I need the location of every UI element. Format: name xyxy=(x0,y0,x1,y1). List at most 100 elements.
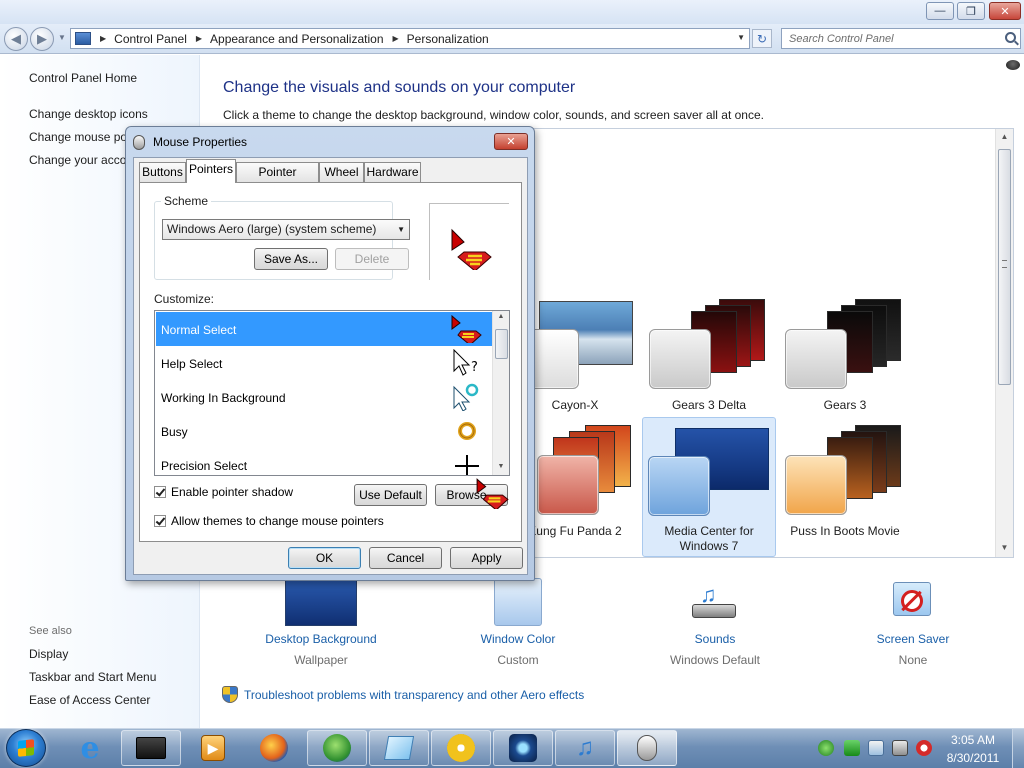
theme-gears-3[interactable]: Gears 3 xyxy=(778,292,912,430)
scroll-down-arrow-icon[interactable]: ▼ xyxy=(493,463,509,470)
minimize-button[interactable]: — xyxy=(926,2,954,20)
clock-date[interactable]: 8/30/2011 xyxy=(938,751,1008,765)
mouse-app-taskbar-icon[interactable] xyxy=(617,730,677,766)
ease-of-access-link[interactable]: Ease of Access Center xyxy=(29,693,150,707)
screen-saver-link[interactable]: Screen Saver xyxy=(843,632,983,646)
show-desktop-button[interactable] xyxy=(1012,729,1024,768)
save-as-button[interactable]: Save As... xyxy=(254,248,328,270)
scheme-dropdown-value: Windows Aero (large) (system scheme) xyxy=(167,222,377,236)
address-dropdown-icon[interactable]: ▼ xyxy=(737,33,745,42)
tab-buttons[interactable]: Buttons xyxy=(139,162,186,182)
start-button[interactable] xyxy=(6,729,46,767)
list-item-working-in-background[interactable]: Working In Background xyxy=(156,380,492,414)
theme-puss-in-boots[interactable]: Puss In Boots Movie xyxy=(778,418,912,556)
list-item-help-select[interactable]: Help Select ? xyxy=(156,346,492,380)
firefox-taskbar-icon[interactable] xyxy=(244,730,304,766)
breadcrumb-separator-icon[interactable]: ▶ xyxy=(196,34,202,43)
theme-name: Gears 3 Delta xyxy=(671,398,747,412)
music-app-taskbar-icon[interactable]: ♫ xyxy=(555,730,615,766)
media-player-taskbar-icon[interactable]: ▶ xyxy=(183,730,243,766)
search-icon[interactable] xyxy=(1005,32,1016,43)
help-icon[interactable] xyxy=(1006,60,1020,70)
list-item-precision-select[interactable]: Precision Select xyxy=(156,448,492,475)
theme-gallery-scrollbar[interactable]: ▲ ▼ xyxy=(995,129,1013,557)
cursor-name: Normal Select xyxy=(161,323,237,337)
cursor-name: Precision Select xyxy=(161,459,248,473)
download-manager-taskbar-icon[interactable] xyxy=(307,730,367,766)
theme-app-taskbar-icon[interactable] xyxy=(121,730,181,766)
screen-saver-item[interactable]: Screen Saver None xyxy=(843,578,983,668)
control-panel-home-link[interactable]: Control Panel Home xyxy=(29,71,137,85)
change-account-picture-link[interactable]: Change your acco xyxy=(29,153,126,167)
cursor-list-scrollbar[interactable]: ▲ ▼ xyxy=(492,311,509,475)
sounds-icon: ♫ xyxy=(690,578,740,626)
scrollbar-thumb[interactable] xyxy=(998,149,1011,385)
list-item-busy[interactable]: Busy xyxy=(156,414,492,448)
desktop-background-link[interactable]: Desktop Background xyxy=(251,632,391,646)
network-icon[interactable] xyxy=(818,740,834,756)
ok-button[interactable]: OK xyxy=(288,547,361,569)
enable-pointer-shadow-checkbox[interactable]: Enable pointer shadow xyxy=(154,485,293,499)
cancel-button[interactable]: Cancel xyxy=(369,547,442,569)
media-app-taskbar-icon[interactable] xyxy=(493,730,553,766)
internet-explorer-taskbar-icon[interactable]: e xyxy=(60,730,120,766)
disc-app-taskbar-icon[interactable] xyxy=(431,730,491,766)
scroll-up-arrow-icon[interactable]: ▲ xyxy=(493,313,509,320)
apply-button[interactable]: Apply xyxy=(450,547,523,569)
customize-label: Customize: xyxy=(154,292,215,306)
back-button[interactable]: ◀ xyxy=(4,27,28,51)
torrent-icon[interactable] xyxy=(844,740,860,756)
taskbar-start-menu-link[interactable]: Taskbar and Start Menu xyxy=(29,670,156,684)
breadcrumb-personalization[interactable]: Personalization xyxy=(407,32,489,46)
sounds-link[interactable]: Sounds xyxy=(645,632,785,646)
tab-pointers[interactable]: Pointers xyxy=(186,159,236,183)
tab-pointer-options[interactable]: Pointer Options xyxy=(236,162,319,197)
forward-button[interactable]: ▶ xyxy=(30,27,54,51)
window-color-link[interactable]: Window Color xyxy=(448,632,588,646)
use-default-button[interactable]: Use Default xyxy=(354,484,427,506)
scheme-dropdown[interactable]: Windows Aero (large) (system scheme) ▼ xyxy=(162,219,410,240)
cursor-list[interactable]: Normal Select Help Select ? Working In B… xyxy=(154,310,510,476)
change-desktop-icons-link[interactable]: Change desktop icons xyxy=(29,107,148,121)
search-input[interactable] xyxy=(782,29,997,48)
window-color-item[interactable]: Window Color Custom xyxy=(448,578,588,668)
pointers-tab-panel: Scheme Windows Aero (large) (system sche… xyxy=(139,182,522,542)
troubleshoot-link[interactable]: Troubleshoot problems with transparency … xyxy=(244,688,584,702)
search-box[interactable] xyxy=(781,28,1021,49)
scroll-up-arrow-icon[interactable]: ▲ xyxy=(996,129,1013,145)
checkbox-checked-icon[interactable] xyxy=(154,486,166,498)
breadcrumb-separator-icon[interactable]: ▶ xyxy=(100,34,106,43)
breadcrumb-control-panel[interactable]: Control Panel xyxy=(114,32,187,46)
clock-time[interactable]: 3:05 AM xyxy=(938,733,1008,747)
breadcrumb-appearance[interactable]: Appearance and Personalization xyxy=(210,32,383,46)
address-bar[interactable]: ▶ Control Panel ▶ Appearance and Persona… xyxy=(70,28,750,49)
tab-hardware[interactable]: Hardware xyxy=(364,162,421,182)
change-mouse-pointers-link[interactable]: Change mouse po xyxy=(29,130,127,144)
breadcrumb-separator-icon[interactable]: ▶ xyxy=(393,34,399,43)
theme-gears-3-delta[interactable]: Gears 3 Delta xyxy=(642,292,776,430)
delete-button[interactable]: Delete xyxy=(335,248,409,270)
scrollbar-thumb[interactable] xyxy=(495,329,508,359)
desktop-background-item[interactable]: Desktop Background Wallpaper xyxy=(251,578,391,668)
scroll-down-arrow-icon[interactable]: ▼ xyxy=(996,540,1013,556)
checkbox-checked-icon[interactable] xyxy=(154,515,166,527)
maximize-button[interactable]: ❐ xyxy=(957,2,985,20)
theme-media-center[interactable]: Media Center for Windows 7 xyxy=(642,417,776,557)
refresh-button[interactable]: ↻ xyxy=(752,29,772,48)
theme-name: Media Center for Windows 7 xyxy=(664,524,754,553)
notes-app-taskbar-icon[interactable] xyxy=(369,730,429,766)
volume-muted-icon[interactable] xyxy=(916,740,932,756)
display-link[interactable]: Display xyxy=(29,647,68,661)
allow-themes-checkbox[interactable]: Allow themes to change mouse pointers xyxy=(154,514,384,528)
tab-wheel[interactable]: Wheel xyxy=(319,162,364,182)
recent-pages-dropdown-icon[interactable]: ▼ xyxy=(58,33,66,42)
display-tray-icon[interactable] xyxy=(892,740,908,756)
close-button[interactable]: ✕ xyxy=(989,2,1021,20)
sounds-item[interactable]: ♫ Sounds Windows Default xyxy=(645,578,785,668)
troubleshoot-link-row[interactable]: Troubleshoot problems with transparency … xyxy=(222,686,584,703)
dialog-close-button[interactable]: ✕ xyxy=(494,133,528,150)
cursor-preview xyxy=(429,203,509,280)
list-item-normal-select[interactable]: Normal Select xyxy=(156,312,492,346)
svg-text:?: ? xyxy=(471,360,478,375)
action-center-icon[interactable] xyxy=(868,740,884,756)
